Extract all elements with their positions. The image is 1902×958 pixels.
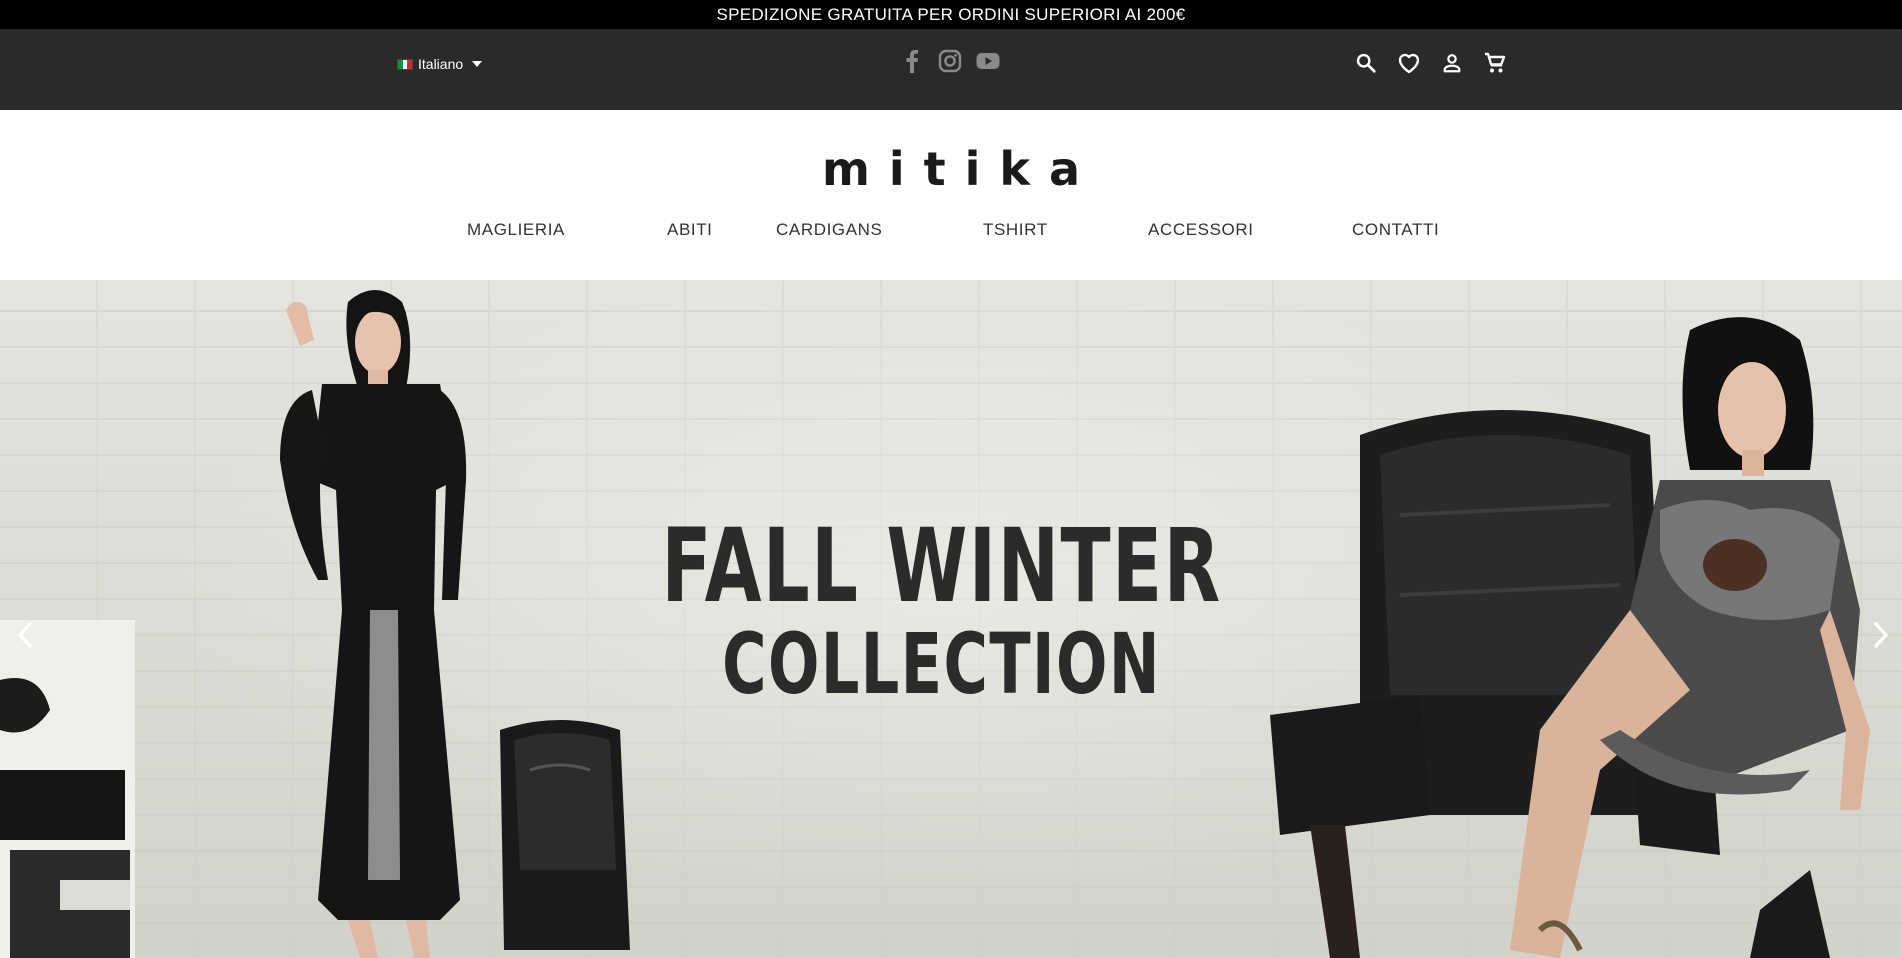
hero-slider: FALL WINTER COLLECTION: [0, 280, 1902, 958]
canvas-artwork-left: [0, 620, 135, 958]
nav-item-cardigans[interactable]: CARDIGANS: [776, 220, 882, 240]
language-selector[interactable]: Italiano: [397, 56, 483, 72]
facebook-icon[interactable]: [900, 48, 924, 74]
site-logo[interactable]: mitika: [0, 142, 1902, 196]
chevron-right-icon: [1874, 622, 1888, 648]
social-links: [900, 48, 1000, 74]
nav-item-accessori[interactable]: ACCESSORI: [1148, 220, 1254, 240]
brand-header: mitika MAGLIERIA ABITI CARDIGANS TSHIRT …: [0, 110, 1902, 280]
chevron-left-icon: [18, 622, 32, 648]
chevron-down-icon: [472, 61, 483, 67]
slider-next-button[interactable]: [1866, 615, 1896, 655]
youtube-icon[interactable]: [976, 48, 1000, 74]
model-right-image: [1510, 317, 1870, 958]
header-tools: [1354, 51, 1507, 75]
italy-flag-icon: [397, 58, 413, 70]
chair-left-image: [500, 720, 630, 950]
slider-prev-button[interactable]: [10, 615, 40, 655]
promo-text: SPEDIZIONE GRATUITA PER ORDINI SUPERIORI…: [716, 4, 1186, 24]
nav-item-maglieria[interactable]: MAGLIERIA: [467, 220, 565, 240]
nav-item-abiti[interactable]: ABITI: [667, 220, 713, 240]
search-icon[interactable]: [1354, 51, 1378, 75]
nav-item-contatti[interactable]: CONTATTI: [1352, 220, 1439, 240]
nav-item-tshirt[interactable]: TSHIRT: [983, 220, 1048, 240]
cart-icon[interactable]: [1483, 51, 1507, 75]
instagram-icon[interactable]: [938, 48, 962, 74]
heart-icon[interactable]: [1397, 51, 1421, 75]
utility-header: Italiano: [0, 29, 1902, 110]
language-label: Italiano: [418, 56, 464, 72]
user-icon[interactable]: [1440, 51, 1464, 75]
promo-bar: SPEDIZIONE GRATUITA PER ORDINI SUPERIORI…: [0, 0, 1902, 29]
